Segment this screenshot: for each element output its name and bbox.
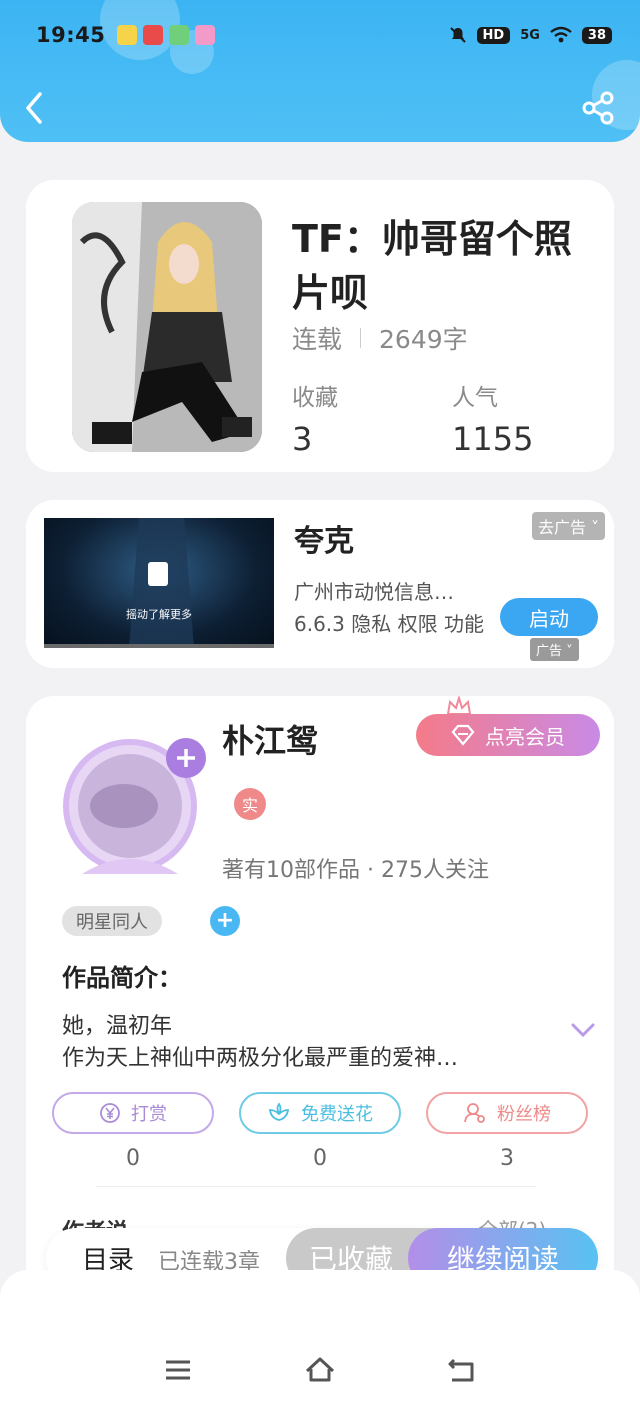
mute-bell-icon — [449, 27, 466, 43]
status-bar: 19:45 HD 5G 38 — [0, 0, 640, 70]
popularity-value: 1155 — [452, 420, 534, 458]
popularity-label: 人气 — [452, 385, 498, 411]
ad-company: 广州市动悦信息… — [294, 580, 454, 604]
share-icon[interactable] — [580, 90, 616, 126]
author-avatar[interactable] — [52, 714, 212, 874]
book-info-card: TF：帅哥留个照片呗 连载 2649字 收藏 人气 3 1155 — [26, 180, 614, 472]
ad-app-title: 夸克 — [294, 524, 354, 559]
remove-ad-label: 去广告 — [538, 518, 587, 537]
flower-count: 0 — [313, 1146, 327, 1171]
ad-tag[interactable]: 广告 ˅ — [530, 638, 579, 661]
tip-label: 打赏 — [131, 1104, 167, 1125]
back-icon[interactable] — [446, 1354, 478, 1386]
yen-coin-icon — [100, 1103, 120, 1123]
chevron-left-icon[interactable] — [20, 90, 50, 126]
diamond-icon — [451, 724, 475, 746]
send-flower-button[interactable]: 免费送花 — [239, 1092, 401, 1134]
vip-member-label: 点亮会员 — [485, 724, 565, 749]
app-notification-icon — [169, 25, 190, 45]
chevron-down-icon[interactable] — [570, 1020, 596, 1040]
author-card: 朴江鸳 点亮会员 实 著有10部作品 · 275人关注 明星同人 + 作品简介：… — [26, 696, 614, 1316]
author-stats: 著有10部作品 · 275人关注 — [222, 858, 489, 883]
app-notification-icon — [195, 25, 216, 45]
vip-member-button[interactable]: 点亮会员 — [416, 714, 600, 756]
fan-count: 3 — [500, 1146, 514, 1171]
book-word-count: 2649字 — [379, 325, 468, 354]
book-meta: 连载 2649字 — [292, 320, 468, 356]
status-time: 19:45 — [36, 23, 106, 47]
avatar-add-icon[interactable] — [166, 738, 206, 778]
tip-button[interactable]: 打赏 — [52, 1092, 214, 1134]
favorites-value: 3 — [292, 420, 313, 458]
favorites-label: 收藏 — [292, 385, 338, 411]
top-header: 19:45 HD 5G 38 — [0, 0, 640, 142]
fan-user-icon — [464, 1103, 485, 1123]
intro-heading: 作品简介： — [62, 964, 182, 992]
fan-rank-button[interactable]: 粉丝榜 — [426, 1092, 588, 1134]
divider — [96, 1186, 536, 1187]
tip-count: 0 — [126, 1146, 140, 1171]
ad-launch-button[interactable]: 启动 — [500, 598, 598, 636]
app-notification-icon — [143, 25, 164, 45]
ad-tag-label: 广告 — [536, 644, 563, 659]
menu-icon[interactable] — [162, 1354, 194, 1386]
ad-shake-text: 摇动了解更多 — [126, 608, 192, 621]
battery-level: 38 — [581, 26, 612, 44]
genre-tag[interactable]: 明星同人 — [62, 906, 162, 936]
verified-badge: 实 — [234, 788, 266, 820]
status-app-icons — [117, 25, 216, 45]
intro-line: 作为天上神仙中两极分化最严重的爱神… — [62, 1046, 459, 1071]
flower-icon — [268, 1102, 290, 1121]
remove-ad-button[interactable]: 去广告 ˅ — [532, 512, 606, 540]
network-label: 5G — [520, 27, 540, 43]
author-name[interactable]: 朴江鸳 — [222, 716, 318, 762]
app-notification-icon — [117, 25, 138, 45]
book-title: TF：帅哥留个照片呗 — [292, 217, 572, 315]
system-nav-bar — [0, 1270, 640, 1409]
intro-line: 她，温初年 — [62, 1014, 173, 1039]
ad-app-info[interactable]: 6.6.3 隐私 权限 功能 — [294, 608, 484, 637]
home-icon[interactable] — [304, 1354, 336, 1386]
ad-card[interactable]: 摇动了解更多 夸克 广州市动悦信息… 6.6.3 隐私 权限 功能 去广告 ˅ … — [26, 500, 614, 668]
book-status: 连载 — [292, 325, 343, 354]
ad-video[interactable]: 摇动了解更多 — [44, 518, 274, 648]
hd-icon: HD — [476, 26, 511, 44]
book-cover-image[interactable] — [72, 202, 262, 452]
wifi-icon — [550, 26, 572, 43]
fan-rank-label: 粉丝榜 — [497, 1104, 551, 1125]
meta-divider — [360, 328, 362, 348]
status-right: HD 5G 38 — [449, 26, 612, 44]
send-flower-label: 免费送花 — [301, 1104, 373, 1125]
ad-video-illustration — [44, 518, 274, 648]
add-tag-button[interactable]: + — [210, 906, 240, 936]
cover-illustration — [72, 202, 262, 452]
